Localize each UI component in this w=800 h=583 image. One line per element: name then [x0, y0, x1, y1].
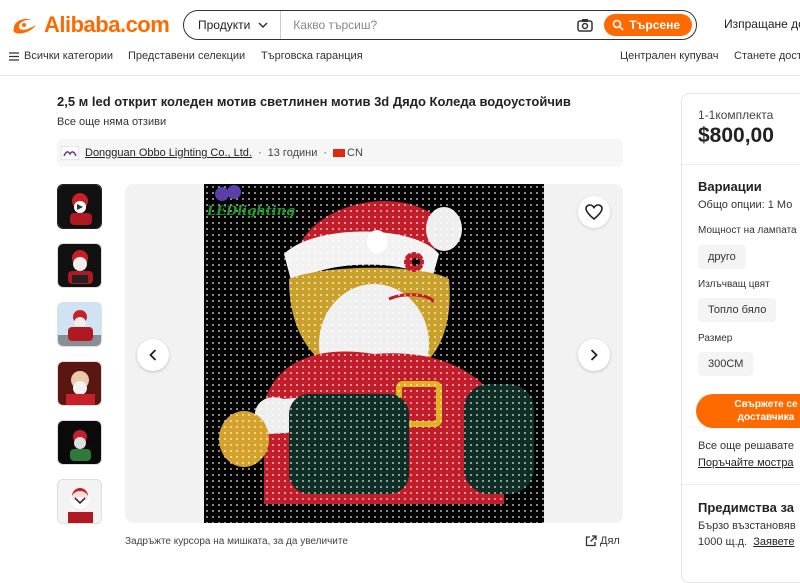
order-sample-link[interactable]: Поръчайте мостра	[698, 457, 794, 469]
advantages-title: Предимства за	[698, 500, 794, 515]
thumbnail-4[interactable]	[57, 361, 102, 406]
still-deciding: Все още решавате	[698, 440, 795, 452]
nav-featured[interactable]: Представени селекции	[128, 50, 245, 62]
chevron-right-icon	[590, 349, 598, 361]
chevron-left-icon	[149, 349, 157, 361]
alibaba-logo-icon	[13, 18, 36, 34]
supplier-separator: ·	[323, 147, 328, 159]
search-button[interactable]: Търсене	[604, 14, 692, 36]
color-label: Излъчващ цвят	[698, 279, 770, 290]
thumbnail-image	[58, 362, 101, 405]
nav-all-categories-label: Всички категории	[24, 50, 113, 62]
share-label: Дял	[600, 535, 620, 547]
heart-icon	[585, 204, 603, 220]
color-option[interactable]: Топло бяло	[698, 298, 777, 322]
thumbnail-image	[58, 244, 101, 287]
prev-image-button[interactable]	[137, 339, 169, 371]
thumbnail-2[interactable]	[57, 243, 102, 288]
logo-text: Alibaba.com	[44, 12, 170, 37]
thumbnail-image	[58, 480, 101, 523]
supplier-separator: ·	[257, 147, 262, 159]
thumbnail-5[interactable]	[57, 420, 102, 465]
alibaba-logo[interactable]: Alibaba.com	[10, 12, 170, 38]
variations-title: Вариации	[698, 179, 762, 194]
thumbnail-list	[57, 184, 103, 538]
favorite-button[interactable]	[578, 196, 610, 228]
size-label: Размер	[698, 333, 733, 344]
supplier-years: 13 години	[267, 147, 318, 159]
supplier-logo-icon	[61, 146, 79, 160]
main-product-image[interactable]: LEDlighting	[204, 184, 544, 523]
refund-quantity-note: 1000 щ.д. Заявете	[698, 536, 794, 548]
santa-image	[204, 184, 544, 523]
total-options: Общо опции: 1 Мо	[698, 199, 793, 211]
supplier-country: CN	[333, 147, 363, 159]
zoom-hint: Задръжте курсора на мишката, за да увели…	[125, 536, 348, 547]
search-category-label: Продукти	[198, 18, 251, 32]
top-bar: Alibaba.com Продукти Търсене Изпращане д…	[0, 0, 800, 46]
supplier-name-link[interactable]: Dongguan Obbo Lighting Co., Ltd.	[85, 147, 252, 159]
thumbnail-image	[58, 303, 101, 346]
size-option[interactable]: 300CM	[698, 352, 754, 376]
product-title: 2,5 м led открит коледен мотив светлинен…	[57, 94, 571, 109]
share-icon	[585, 535, 597, 547]
search-icon	[613, 19, 624, 31]
power-label: Мощност на лампата	[698, 225, 797, 236]
thumbnail-image	[58, 185, 101, 228]
search-button-label: Търсене	[629, 18, 680, 32]
search-category-dropdown[interactable]: Продукти	[184, 11, 282, 39]
supplier-country-code: CN	[347, 147, 363, 159]
chevron-down-icon	[258, 22, 268, 28]
header-divider	[0, 75, 800, 76]
nav-bar: Всички категории Представени селекции Тъ…	[0, 46, 800, 70]
thumbnail-1[interactable]	[57, 184, 102, 229]
nav-become-supplier[interactable]: Станете дост	[734, 50, 800, 62]
contact-line-1: Свържете се	[734, 399, 798, 410]
contact-line-2: доставчика	[737, 412, 795, 423]
refund-quantity: 1000 щ.д.	[698, 536, 748, 548]
purchase-panel: 1-1комплекта $800,00 Вариации Общо опции…	[681, 93, 800, 583]
panel-divider	[682, 164, 800, 165]
fast-refund: Бързо възстановяв	[698, 520, 796, 532]
quantity-range: 1-1комплекта	[698, 108, 774, 122]
thumbnail-3[interactable]	[57, 302, 102, 347]
image-brand-logo: LEDlighting	[207, 204, 296, 219]
next-image-button[interactable]	[578, 339, 610, 371]
share-button[interactable]: Дял	[585, 535, 620, 547]
ship-to[interactable]: Изпращане до:	[724, 17, 800, 31]
price: $800,00	[698, 124, 774, 147]
supplier-bar: Dongguan Obbo Lighting Co., Ltd. · 13 го…	[57, 139, 623, 167]
search-input[interactable]	[281, 18, 577, 32]
nav-buyer-central[interactable]: Централен купувач	[620, 50, 719, 62]
search-bar: Продукти Търсене	[183, 10, 697, 40]
nav-all-categories[interactable]: Всички категории	[9, 50, 113, 62]
china-flag-icon	[333, 149, 346, 158]
reviews-text: Все още няма отзиви	[57, 116, 167, 128]
power-option[interactable]: друго	[698, 245, 746, 269]
nav-trade-assurance[interactable]: Търговска гаранция	[261, 50, 363, 62]
claim-link[interactable]: Заявете	[753, 536, 794, 548]
product-gallery[interactable]: LEDlighting	[125, 184, 623, 523]
camera-icon[interactable]	[576, 16, 594, 34]
menu-icon	[9, 51, 19, 61]
thumbnail-6[interactable]	[57, 479, 102, 524]
panel-divider	[682, 484, 800, 485]
contact-supplier-button[interactable]: Свържете се доставчика	[696, 394, 800, 428]
thumbnail-image	[58, 421, 101, 464]
